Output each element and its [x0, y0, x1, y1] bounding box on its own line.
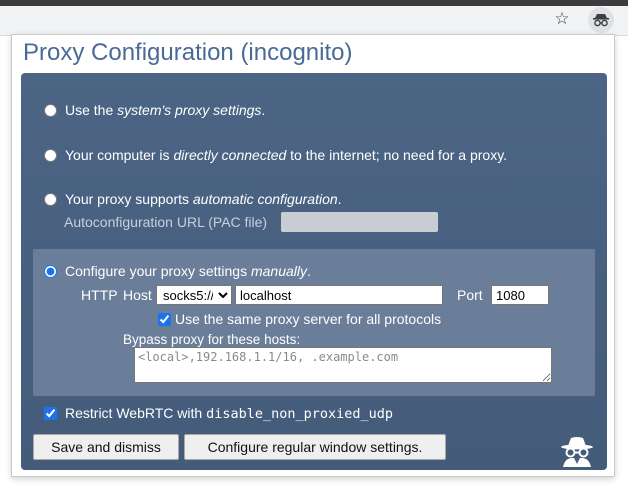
direct-connection-radio[interactable]	[44, 148, 57, 162]
port-input[interactable]	[491, 285, 549, 305]
host-label: Host	[123, 287, 152, 303]
auto-config-label: Your proxy supports automatic configurat…	[65, 191, 342, 207]
bypass-hosts-textarea[interactable]	[134, 347, 552, 383]
option-manual[interactable]: Configure your proxy settings manually.	[44, 263, 311, 279]
http-label: HTTP	[81, 287, 118, 303]
bookmark-star-icon[interactable]: ☆	[552, 9, 572, 29]
incognito-spy-icon	[561, 437, 593, 467]
same-proxy-checkbox[interactable]	[158, 312, 171, 326]
same-proxy-label: Use the same proxy server for all protoc…	[175, 311, 442, 327]
same-proxy-option[interactable]: Use the same proxy server for all protoc…	[158, 311, 441, 327]
configure-regular-window-button[interactable]: Configure regular window settings.	[184, 434, 446, 460]
scheme-select[interactable]: socks5://	[156, 285, 232, 305]
webrtc-option[interactable]: Restrict WebRTC with disable_non_proxied…	[44, 405, 393, 422]
incognito-extension-icon[interactable]	[588, 7, 614, 33]
pac-url-label: Autoconfiguration URL (PAC file)	[64, 214, 268, 230]
window-frame-strip	[0, 0, 628, 6]
system-proxy-label: Use the system's proxy settings.	[65, 102, 266, 118]
option-direct-connection[interactable]: Your computer is directly connected to t…	[44, 147, 507, 163]
proxy-popup: Proxy Configuration (incognito) Use the …	[11, 34, 615, 477]
webrtc-label: Restrict WebRTC with disable_non_proxied…	[65, 405, 394, 422]
bypass-label: Bypass proxy for these hosts:	[123, 332, 301, 347]
manual-radio[interactable]	[44, 264, 57, 278]
host-input[interactable]	[235, 285, 443, 305]
webrtc-checkbox[interactable]	[44, 407, 57, 420]
settings-panel: Use the system's proxy settings. Your co…	[21, 73, 607, 470]
option-auto-config[interactable]: Your proxy supports automatic configurat…	[44, 191, 342, 207]
manual-settings-box: Configure your proxy settings manually. …	[33, 249, 595, 396]
system-proxy-radio[interactable]	[44, 103, 57, 117]
popup-title: Proxy Configuration (incognito)	[23, 39, 353, 66]
auto-config-radio[interactable]	[44, 192, 57, 206]
option-system-proxy[interactable]: Use the system's proxy settings.	[44, 102, 265, 118]
browser-toolbar: ☆	[0, 0, 628, 36]
save-dismiss-button[interactable]: Save and dismiss	[33, 434, 179, 460]
pac-url-input[interactable]	[281, 212, 438, 232]
manual-label: Configure your proxy settings manually.	[65, 263, 311, 279]
direct-connection-label: Your computer is directly connected to t…	[65, 147, 508, 163]
port-label: Port	[457, 287, 483, 303]
spy-glasses-icon	[593, 14, 609, 27]
